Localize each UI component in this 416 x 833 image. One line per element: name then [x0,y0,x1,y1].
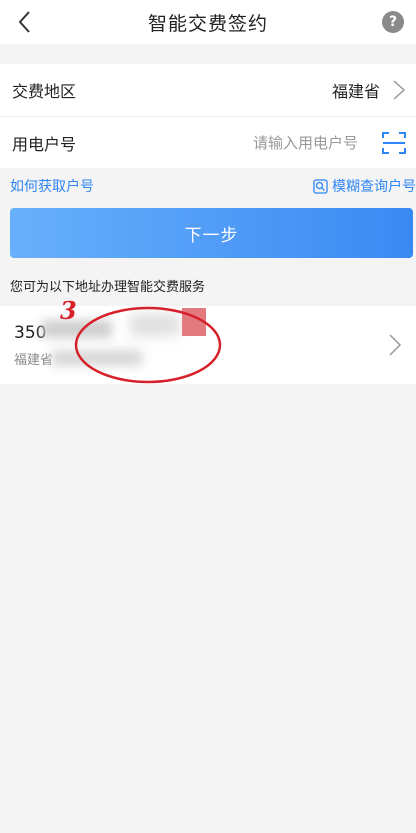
redacted-account-digits [42,320,112,338]
redacted-name [130,314,180,336]
region-row[interactable]: 交费地区 福建省 [0,64,416,116]
account-label: 用电户号 [12,134,77,154]
back-arrow-icon[interactable] [12,8,40,36]
help-icon[interactable]: ? [382,11,404,33]
helper-links: 如何获取户号 模糊查询户号 [0,168,416,204]
spacer [0,44,416,64]
account-number-input[interactable] [228,133,358,152]
page-title: 智能交费签约 [147,12,268,35]
account-row: 用电户号 [0,116,416,168]
annotation-step-number: 3 [60,296,77,325]
search-icon [313,178,328,194]
chevron-right-icon [393,80,406,100]
redacted-address [52,350,142,366]
fuzzy-search-link[interactable]: 模糊查询户号 [313,176,416,196]
region-label: 交费地区 [12,82,77,101]
fuzzy-search-label: 模糊查询户号 [332,179,416,195]
signup-form: 交费地区 福建省 用电户号 [0,64,416,168]
next-step-button[interactable]: 下一步 [10,208,413,258]
top-bar: 智能交费签约 ? [0,0,416,44]
region-value: 福建省 [331,82,380,101]
redaction-marker [182,308,206,336]
how-to-get-account-link[interactable]: 如何获取户号 [10,176,94,196]
scan-icon[interactable] [382,131,406,155]
chevron-right-icon [389,334,402,356]
